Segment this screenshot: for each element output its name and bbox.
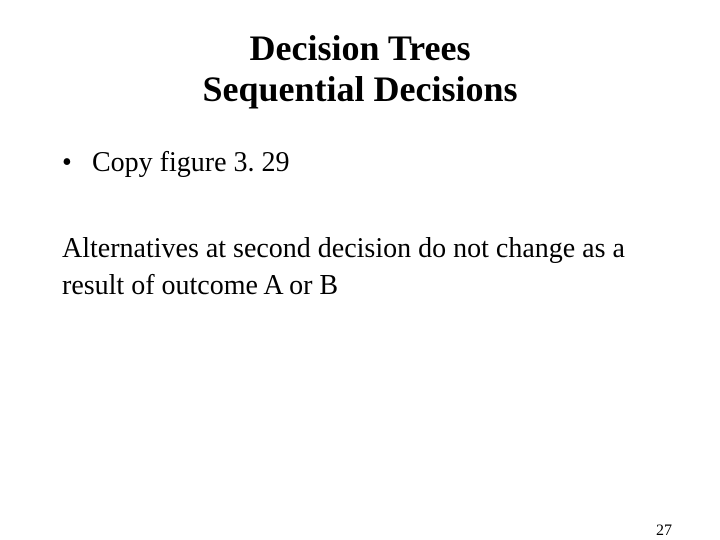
bullet-dot-icon: • (62, 145, 92, 181)
body-paragraph: Alternatives at second decision do not c… (62, 231, 660, 304)
slide: Decision Trees Sequential Decisions • Co… (0, 28, 720, 540)
slide-body: • Copy figure 3. 29 Alternatives at seco… (0, 145, 720, 304)
bullet-text: Copy figure 3. 29 (92, 145, 660, 181)
page-number: 27 (656, 522, 672, 540)
slide-title-line-2: Sequential Decisions (0, 69, 720, 110)
slide-title-line-1: Decision Trees (0, 28, 720, 69)
bullet-item: • Copy figure 3. 29 (62, 145, 660, 181)
